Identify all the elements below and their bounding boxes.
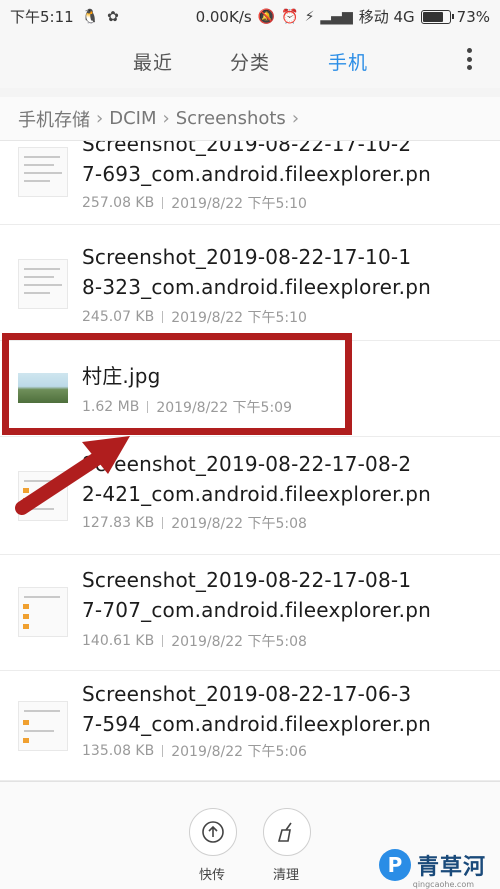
battery-percent: 73%: [456, 7, 490, 26]
qq-icon: 🐧: [81, 8, 100, 25]
file-name: Screenshot_2019-08-22-17-10-2 7-693_com.…: [82, 141, 431, 186]
broom-icon: [277, 822, 292, 842]
file-name: Screenshot_2019-08-22-17-08-1 7-707_com.…: [82, 568, 431, 622]
more-options-icon[interactable]: [466, 48, 472, 70]
file-date: 2019/8/22 下午5:08: [171, 634, 307, 650]
file-date: 2019/8/22 下午5:08: [171, 516, 307, 532]
watermark-text: 青草河: [416, 855, 486, 880]
file-meta: 135.08 KB 2019/8/22 下午5:06: [82, 741, 307, 761]
list-item[interactable]: Screenshot_2019-08-22-17-10-1 8-323_com.…: [0, 225, 500, 341]
screenshot-thumbnail: [18, 259, 68, 309]
tab-phone[interactable]: 手机: [328, 48, 368, 75]
tab-bar: 最近 分类 手机: [0, 30, 500, 88]
status-bar: 下午5:11 🐧 ✿ 0.00K/s 🔕 ⏰ ⚡ ▂▄▆ 移动 4G 73%: [0, 0, 500, 30]
list-item[interactable]: Screenshot_2019-08-22-17-08-1 7-707_com.…: [0, 555, 500, 671]
breadcrumb-item-screenshots[interactable]: Screenshots: [176, 108, 286, 129]
status-time: 下午5:11: [10, 8, 74, 26]
tab-category[interactable]: 分类: [230, 48, 270, 75]
file-size: 245.07 KB: [82, 309, 155, 325]
tab-recent[interactable]: 最近: [133, 48, 173, 75]
file-name: Screenshot_2019-08-22-17-10-1 8-323_com.…: [82, 245, 431, 299]
file-size: 135.08 KB: [82, 743, 155, 759]
annotation-arrow-icon: [15, 436, 130, 515]
chevron-right-icon: ›: [96, 108, 104, 129]
signal-icon: ▂▄▆: [320, 8, 353, 25]
quick-send-label: 快传: [199, 868, 226, 883]
breadcrumb-item-dcim[interactable]: DCIM: [109, 108, 156, 129]
file-date: 2019/8/22 下午5:06: [171, 744, 307, 760]
file-meta: 140.61 KB 2019/8/22 下午5:08: [82, 631, 307, 651]
watermark-logo-icon: P: [378, 849, 411, 881]
chevron-right-icon: ›: [291, 108, 300, 129]
network-speed: 0.00K/s: [195, 7, 252, 26]
clean-button[interactable]: [263, 808, 311, 856]
screenshot-thumbnail: [18, 147, 68, 197]
alarm-icon: ⏰: [281, 8, 299, 25]
clean-label: 清理: [273, 868, 300, 883]
file-size: 257.08 KB: [82, 195, 155, 211]
breadcrumb: 手机存储 › DCIM › Screenshots ›: [0, 97, 500, 141]
mute-icon: 🔕: [257, 8, 276, 25]
screenshot-thumbnail: [18, 701, 68, 751]
battery-icon: [420, 9, 454, 24]
file-meta: 245.07 KB 2019/8/22 下午5:10: [82, 307, 307, 327]
watermark-subtext: qingcaohe.com: [412, 880, 474, 889]
file-meta: 257.08 KB 2019/8/22 下午5:10: [82, 193, 307, 213]
vibrate-icon: ⚡: [304, 8, 315, 25]
list-item[interactable]: Screenshot_2019-08-22-17-10-2 7-693_com.…: [0, 141, 500, 225]
app-notification-icon: ✿: [107, 8, 119, 25]
screenshot-thumbnail: [18, 587, 68, 637]
chevron-right-icon: ›: [162, 108, 170, 129]
breadcrumb-item-phone-storage[interactable]: 手机存储: [18, 106, 90, 132]
watermark-logo: P 青草河: [378, 849, 486, 881]
file-size: 140.61 KB: [82, 633, 155, 649]
file-date: 2019/8/22 下午5:10: [171, 196, 307, 212]
quick-send-icon: [202, 821, 224, 843]
file-date: 2019/8/22 下午5:10: [171, 310, 307, 326]
quick-send-button[interactable]: [189, 808, 237, 856]
carrier-label: 移动 4G: [358, 8, 415, 26]
list-item[interactable]: Screenshot_2019-08-22-17-06-3 7-594_com.…: [0, 671, 500, 781]
file-name: Screenshot_2019-08-22-17-06-3 7-594_com.…: [82, 682, 431, 736]
